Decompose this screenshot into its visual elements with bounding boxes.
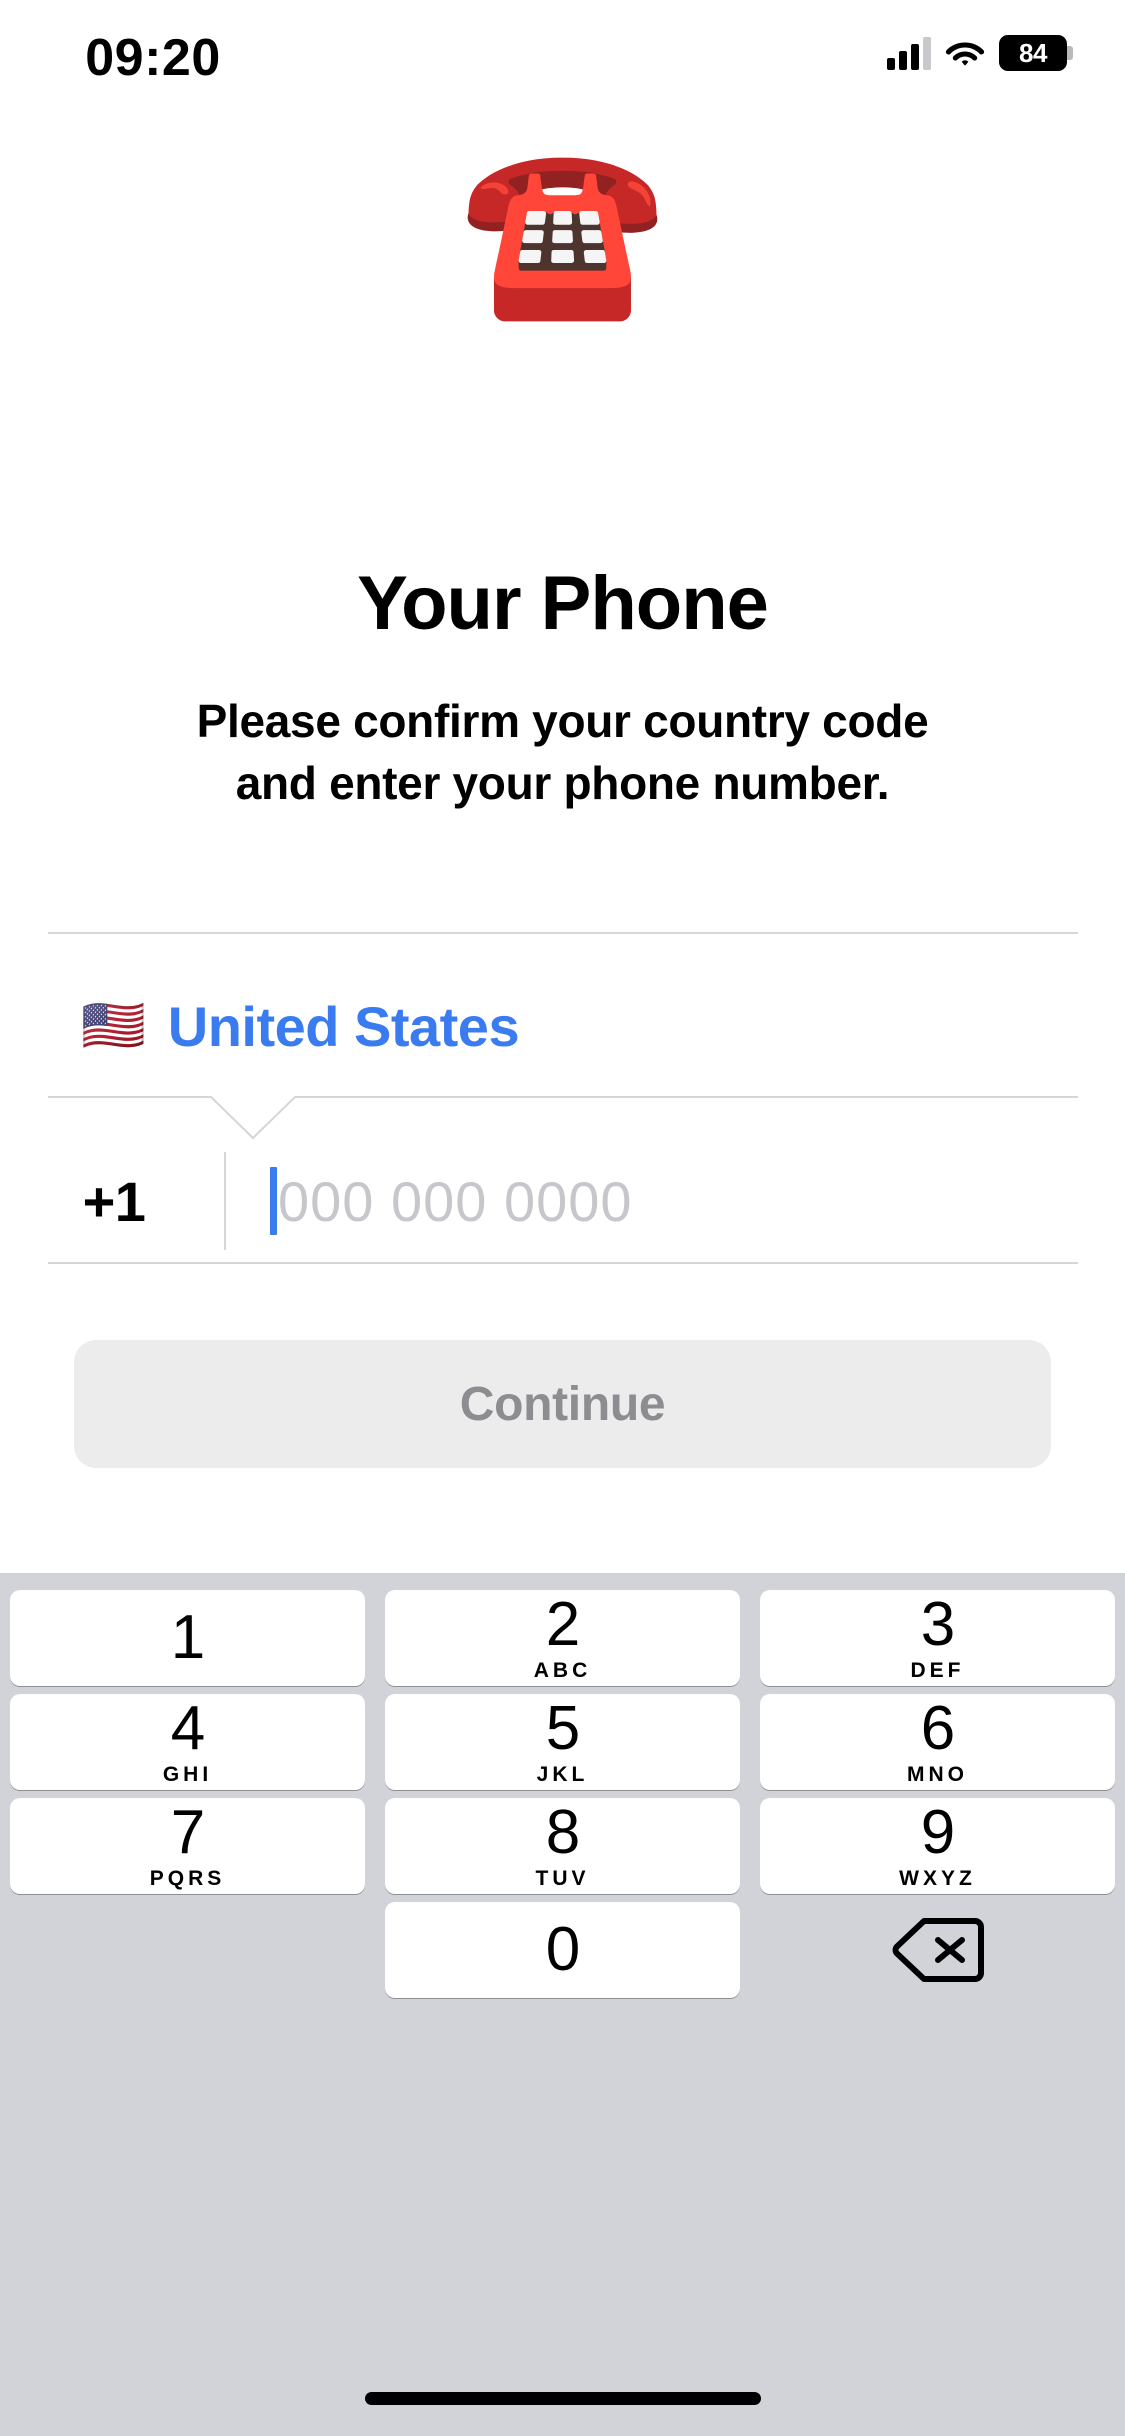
page-subtitle-line1: Please confirm your country code xyxy=(196,695,929,747)
keypad-key-0[interactable]: 0 xyxy=(375,1898,750,2002)
phone-number-input[interactable]: 000 000 0000 xyxy=(278,1169,633,1234)
keypad-row: 0 xyxy=(0,1898,1125,2002)
keypad-key-letters: PQRS xyxy=(149,1866,226,1890)
keypad-key-delete[interactable] xyxy=(750,1898,1125,2002)
page-subtitle: Please confirm your country code and ent… xyxy=(80,690,1045,814)
keypad-key-digit: 7 xyxy=(170,1797,205,1867)
keypad-key-letters: TUV xyxy=(535,1866,590,1890)
keypad-key-8[interactable]: 8 TUV xyxy=(375,1794,750,1898)
keypad-key-letters: JKL xyxy=(536,1762,589,1786)
keypad-key-letters: DEF xyxy=(910,1658,965,1682)
keypad-key-digit: 6 xyxy=(920,1693,955,1763)
battery-percent-label: 84 xyxy=(1019,37,1047,68)
keypad-key-6[interactable]: 6 MNO xyxy=(750,1690,1125,1794)
wifi-icon xyxy=(945,37,985,69)
cellular-signal-icon xyxy=(887,36,931,70)
keypad-key-1[interactable]: 1 xyxy=(0,1586,375,1690)
keypad-key-letters: GHI xyxy=(162,1762,213,1786)
keypad-key-digit: 2 xyxy=(545,1589,580,1659)
home-indicator xyxy=(364,2392,761,2405)
keypad-key-digit: 0 xyxy=(545,1915,580,1984)
country-flag-icon: 🇺🇸 xyxy=(81,996,146,1056)
keypad-row: 7 PQRS 8 TUV 9 WXYZ xyxy=(0,1794,1125,1898)
keypad-key-digit: 3 xyxy=(920,1589,955,1659)
numeric-keypad: 1 2 ABC 3 DEF 4 GHI 5 JKL 6 MNO 7 PQRS 8… xyxy=(0,1573,1125,2436)
phone-number-entry-screen: 09:20 84 ☎️ Your Phone Please confirm yo xyxy=(0,0,1125,2436)
keypad-key-letters: MNO xyxy=(907,1762,968,1786)
status-bar-indicators: 84 xyxy=(887,30,1073,76)
delete-backspace-icon xyxy=(892,1916,984,1984)
country-name-label: United States xyxy=(167,994,520,1058)
divider-top xyxy=(48,932,1078,934)
phone-number-input-row[interactable]: +1 000 000 0000 xyxy=(48,1140,1078,1262)
battery-icon: 84 xyxy=(999,35,1073,71)
text-caret xyxy=(270,1167,277,1235)
status-bar: 09:20 84 xyxy=(0,0,1125,132)
keypad-key-digit: 5 xyxy=(545,1693,580,1763)
divider-country-with-chevron-notch xyxy=(48,1096,1078,1140)
keypad-key-digit: 9 xyxy=(920,1797,955,1867)
status-bar-time: 09:20 xyxy=(85,29,221,87)
page-subtitle-line2: and enter your phone number. xyxy=(235,757,890,809)
keypad-key-5[interactable]: 5 JKL xyxy=(375,1690,750,1794)
keypad-key-7[interactable]: 7 PQRS xyxy=(0,1794,375,1898)
keypad-key-9[interactable]: 9 WXYZ xyxy=(750,1794,1125,1898)
keypad-key-letters: ABC xyxy=(533,1658,592,1682)
input-separator xyxy=(224,1152,226,1250)
keypad-key-digit: 8 xyxy=(545,1797,580,1867)
keypad-key-2[interactable]: 2 ABC xyxy=(375,1586,750,1690)
dial-code-label: +1 xyxy=(82,1169,146,1233)
country-selector-row[interactable]: 🇺🇸 United States xyxy=(48,968,1078,1084)
continue-button[interactable]: Continue xyxy=(74,1340,1051,1468)
keypad-row: 1 2 ABC 3 DEF xyxy=(0,1586,1125,1690)
page-title: Your Phone xyxy=(357,561,769,646)
telephone-emoji: ☎️ xyxy=(459,134,666,327)
keypad-key-4[interactable]: 4 GHI xyxy=(0,1690,375,1794)
keypad-row: 4 GHI 5 JKL 6 MNO xyxy=(0,1690,1125,1794)
keypad-key-letters: WXYZ xyxy=(899,1866,976,1890)
divider-bottom xyxy=(48,1262,1078,1264)
keypad-key-3[interactable]: 3 DEF xyxy=(750,1586,1125,1690)
keypad-key-digit: 1 xyxy=(170,1603,205,1672)
keypad-spacer xyxy=(0,1898,375,2002)
keypad-key-digit: 4 xyxy=(170,1693,205,1763)
